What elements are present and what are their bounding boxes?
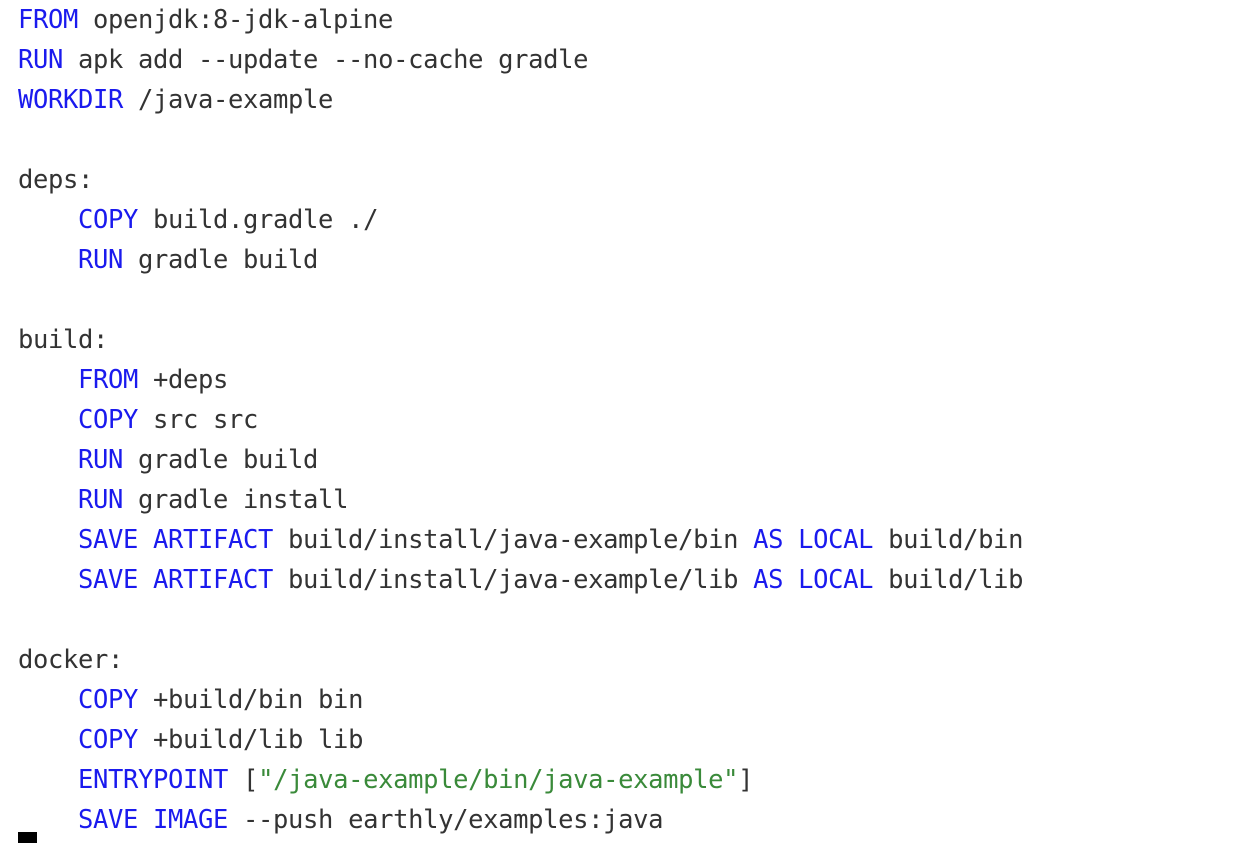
code-token-text: gradle build — [123, 245, 319, 275]
code-line: WORKDIR /java-example — [18, 80, 1023, 120]
code-token-text: build/install/java-example/lib — [273, 565, 754, 595]
code-token-text: deps: — [18, 165, 94, 195]
code-token-kw: FROM — [18, 5, 79, 35]
code-token-text: /java-example — [123, 85, 334, 115]
code-token-text: src src — [138, 405, 259, 435]
code-token-kw: COPY — [78, 725, 139, 755]
code-token-text: build: — [18, 325, 109, 355]
code-token-kw: AS LOCAL — [753, 525, 874, 555]
code-token-kw: ENTRYPOINT — [78, 765, 229, 795]
code-token-text: gradle install — [123, 485, 349, 515]
code-token-text: build/bin — [873, 525, 1024, 555]
code-line: COPY build.gradle ./ — [18, 200, 1023, 240]
code-token-text: apk add --update --no-cache gradle — [63, 45, 589, 75]
code-line: SAVE IMAGE --push earthly/examples:java — [18, 800, 1023, 840]
code-token-kw: RUN — [18, 45, 64, 75]
code-token-kw: COPY — [78, 405, 139, 435]
code-token-kw: WORKDIR — [18, 85, 124, 115]
code-line: RUN gradle install — [18, 480, 1023, 520]
code-token-text: +build/bin bin — [138, 685, 364, 715]
code-token-kw: RUN — [78, 445, 124, 475]
code-token-kw: SAVE IMAGE — [78, 805, 229, 835]
code-line: COPY +build/lib lib — [18, 720, 1023, 760]
code-line: ​ — [18, 280, 1023, 320]
code-token-punct: ] — [738, 765, 754, 795]
code-line: deps: — [18, 160, 1023, 200]
code-token-str: "/java-example/bin/java-example" — [258, 765, 739, 795]
code-token-text: +build/lib lib — [138, 725, 364, 755]
code-line: COPY src src — [18, 400, 1023, 440]
code-token-kw: FROM — [78, 365, 139, 395]
code-token-text: build/lib — [873, 565, 1024, 595]
code-token-kw: AS LOCAL — [753, 565, 874, 595]
code-token-text: openjdk:8-jdk-alpine — [78, 5, 394, 35]
code-line: RUN gradle build — [18, 440, 1023, 480]
code-token-kw: RUN — [78, 245, 124, 275]
code-line: ENTRYPOINT ["/java-example/bin/java-exam… — [18, 760, 1023, 800]
code-token-kw: RUN — [78, 485, 124, 515]
code-line: RUN gradle build — [18, 240, 1023, 280]
code-line: RUN apk add --update --no-cache gradle — [18, 40, 1023, 80]
code-token-text: --push earthly/examples:java — [228, 805, 664, 835]
text-cursor — [18, 832, 37, 843]
code-token-text: docker: — [18, 645, 124, 675]
code-line: SAVE ARTIFACT build/install/java-example… — [18, 560, 1024, 600]
code-token-kw: SAVE ARTIFACT — [78, 525, 274, 555]
code-line: ​ — [18, 600, 1023, 640]
code-token-punct: [ — [228, 765, 259, 795]
code-line: FROM openjdk:8-jdk-alpine — [18, 0, 1023, 40]
code-token-kw: COPY — [78, 685, 139, 715]
code-viewer[interactable]: FROM openjdk:8-jdk-alpine RUN apk add --u… — [0, 0, 1250, 846]
code-token-text: gradle build — [123, 445, 319, 475]
code-token-kw: SAVE ARTIFACT — [78, 565, 274, 595]
code-line: SAVE ARTIFACT build/install/java-example… — [18, 520, 1024, 560]
code-line: FROM +deps — [18, 360, 1023, 400]
code-token-text: build.gradle ./ — [138, 205, 379, 235]
code-token-text: build/install/java-example/bin — [273, 525, 754, 555]
code-token-text: +deps — [138, 365, 229, 395]
code-line: ​ — [18, 120, 1023, 160]
code-line: build: — [18, 320, 1023, 360]
code-line: COPY +build/bin bin — [18, 680, 1023, 720]
code-line-list[interactable]: FROM openjdk:8-jdk-alpine RUN apk add --u… — [18, 0, 1024, 840]
code-token-kw: COPY — [78, 205, 139, 235]
code-line: docker: — [18, 640, 1023, 680]
